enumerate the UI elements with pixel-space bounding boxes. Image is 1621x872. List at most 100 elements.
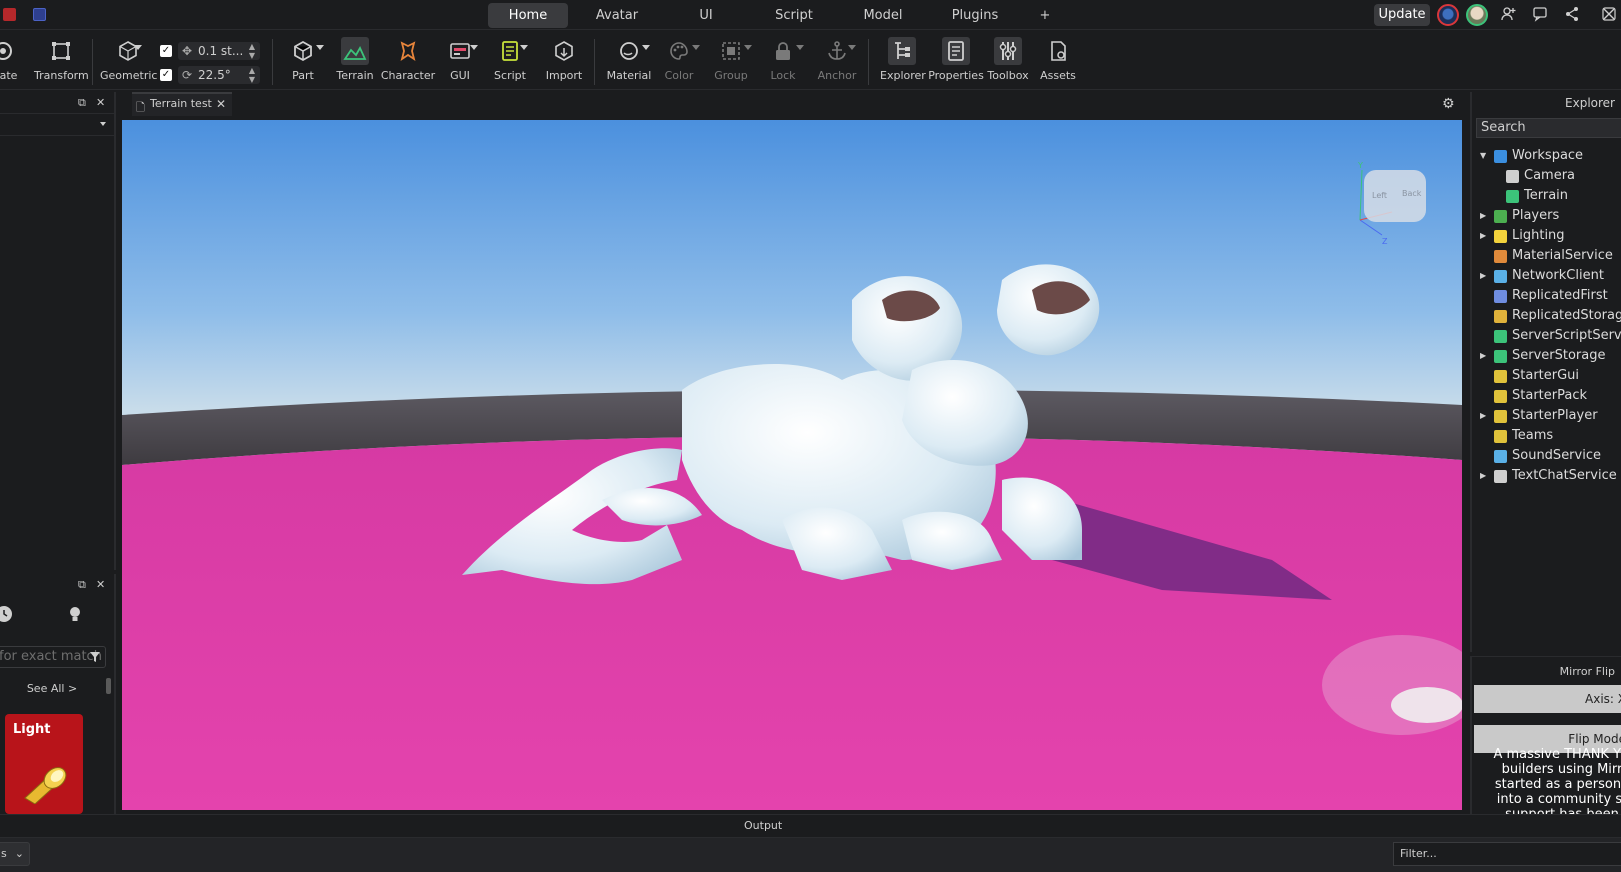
- tab-plugins[interactable]: Plugins: [930, 3, 1020, 28]
- share-icon[interactable]: [1563, 6, 1581, 24]
- axis-button[interactable]: Axis: X: [1474, 685, 1621, 713]
- tab-terrain-test[interactable]: 🗋 Terrain test ✕: [132, 92, 232, 116]
- tree-item-startergui[interactable]: StarterGui: [1472, 366, 1621, 386]
- rotate-snap-checkbox[interactable]: ✓: [160, 69, 172, 81]
- tree-item-textchatservice[interactable]: ▶ TextChatService: [1472, 466, 1621, 486]
- chat-icon[interactable]: [1531, 6, 1549, 24]
- stepper-icon[interactable]: ▲ ▼: [249, 42, 255, 60]
- chevron-down-icon[interactable]: [134, 45, 142, 50]
- chevron-down-icon: ⌄: [14, 847, 24, 860]
- top-tabs: Home Avatar UI Script Model Plugins +: [488, 3, 1070, 28]
- panel-title: Output: [744, 819, 783, 832]
- gear-icon[interactable]: ⚙: [1442, 96, 1455, 112]
- move-snap-field[interactable]: ✥ 0.1 st... ▲ ▼: [178, 42, 260, 60]
- filter-icon[interactable]: [89, 649, 101, 667]
- add-tab-button[interactable]: +: [1026, 3, 1064, 28]
- toolbox-asset-card[interactable]: Light: [5, 714, 83, 814]
- tree-item-players[interactable]: ▶ Players: [1472, 206, 1621, 226]
- explorer-panel: Explorer Search ▼ Workspace Camera Terrain ▶…: [1470, 92, 1621, 652]
- starter-gui-icon: [1494, 370, 1507, 383]
- stepper-icon[interactable]: ▲ ▼: [249, 66, 255, 84]
- rotate-tool-button[interactable]: otate: [0, 35, 26, 87]
- svg-text:Y: Y: [1357, 161, 1363, 170]
- pop-out-icon[interactable]: ⧉: [78, 578, 86, 592]
- tree-item-materialservice[interactable]: MaterialService: [1472, 246, 1621, 266]
- rotate-snap-field[interactable]: ⟳ 22.5° ▲ ▼: [178, 66, 260, 84]
- person-add-icon[interactable]: [1500, 6, 1518, 24]
- left-panel-top: ⧉ ✕: [0, 92, 116, 570]
- chevron-down-icon[interactable]: ▼: [1480, 146, 1486, 166]
- avatar[interactable]: [1466, 4, 1488, 26]
- tab-ui[interactable]: UI: [666, 3, 746, 28]
- explorer-search-input[interactable]: Search: [1476, 118, 1621, 138]
- tree-item-workspace[interactable]: ▼ Workspace: [1472, 146, 1621, 166]
- output-filter-input[interactable]: Filter...: [1393, 842, 1621, 866]
- chevron-down-icon: [100, 122, 106, 126]
- window-menu-icon[interactable]: [33, 8, 46, 21]
- material-service-icon: [1494, 250, 1507, 263]
- tree-item-networkclient[interactable]: ▶ NetworkClient: [1472, 266, 1621, 286]
- toolbox-panel: ⧉ ✕ for exact match See All > Light: [0, 574, 116, 814]
- starter-player-icon: [1494, 410, 1507, 423]
- output-filter-select[interactable]: s ⌄: [0, 842, 30, 866]
- mirror-flip-description: A massive THANK YO builders using Mirr s…: [1493, 747, 1621, 814]
- tree-item-soundservice[interactable]: SoundService: [1472, 446, 1621, 466]
- tree-item-replicatedstorage[interactable]: ReplicatedStorage: [1472, 306, 1621, 326]
- close-icon[interactable]: ✕: [96, 96, 105, 109]
- transform-icon: [49, 39, 73, 63]
- collaborate-icon[interactable]: [1600, 6, 1618, 24]
- see-all-link[interactable]: See All >: [0, 682, 104, 695]
- panel-dropdown[interactable]: [0, 114, 114, 136]
- chevron-right-icon[interactable]: ▶: [1480, 466, 1486, 486]
- 3d-viewport[interactable]: Y Z Left Back: [122, 120, 1462, 810]
- toolbox-search-input[interactable]: for exact match: [0, 646, 106, 668]
- chevron-right-icon[interactable]: ▶: [1480, 206, 1486, 226]
- transform-tool-button[interactable]: Transform: [34, 35, 89, 87]
- terrain-scene: [122, 264, 1462, 810]
- camera-icon: [1506, 170, 1519, 183]
- tree-item-starterplayer[interactable]: ▶ StarterPlayer: [1472, 406, 1621, 426]
- geometric-icon: [116, 39, 140, 63]
- replicated-first-icon: [1494, 290, 1507, 303]
- tree-item-camera[interactable]: Camera: [1472, 166, 1621, 186]
- panel-title: Mirror Flip: [1559, 665, 1615, 678]
- tree-item-terrain[interactable]: Terrain: [1472, 186, 1621, 206]
- rotate-snap-row: ✓ ⟳ 22.5° ▲ ▼: [160, 66, 260, 84]
- pop-out-icon[interactable]: ⧉: [78, 96, 86, 110]
- tab-script[interactable]: Script: [752, 3, 836, 28]
- panel-header: ⧉ ✕: [0, 92, 114, 114]
- chevron-right-icon[interactable]: ▶: [1480, 406, 1486, 426]
- tree-item-lighting[interactable]: ▶ Lighting: [1472, 226, 1621, 246]
- file-menu-icon[interactable]: [3, 8, 16, 21]
- mirror-flip-panel: Mirror Flip Axis: X Flip Mode A massive …: [1470, 656, 1621, 814]
- tree-item-replicatedfirst[interactable]: ReplicatedFirst: [1472, 286, 1621, 306]
- players-icon: [1494, 210, 1507, 223]
- clock-icon[interactable]: [0, 606, 12, 622]
- replicated-storage-icon: [1494, 310, 1507, 323]
- tab-avatar[interactable]: Avatar: [574, 3, 660, 28]
- move-snap-checkbox[interactable]: ✓: [160, 45, 172, 57]
- close-icon[interactable]: ✕: [96, 578, 105, 591]
- update-button[interactable]: Update: [1374, 4, 1430, 26]
- chevron-right-icon[interactable]: ▶: [1480, 226, 1486, 246]
- document-icon: 🗋: [136, 101, 145, 114]
- server-storage-icon: [1494, 350, 1507, 363]
- view-cube[interactable]: Y Z Left Back: [1342, 160, 1462, 250]
- tree-item-starterpack[interactable]: StarterPack: [1472, 386, 1621, 406]
- close-icon[interactable]: ✕: [216, 94, 226, 114]
- tab-home[interactable]: Home: [488, 3, 568, 28]
- tab-model[interactable]: Model: [842, 3, 924, 28]
- lightbulb-icon[interactable]: [68, 606, 82, 627]
- scrollbar[interactable]: [106, 678, 111, 694]
- server-script-icon: [1494, 330, 1507, 343]
- sound-icon: [1494, 450, 1507, 463]
- tree-item-serverscriptservice[interactable]: ServerScriptService: [1472, 326, 1621, 346]
- svg-text:Left: Left: [1372, 191, 1387, 200]
- tree-item-serverstorage[interactable]: ▶ ServerStorage: [1472, 346, 1621, 366]
- chevron-right-icon[interactable]: ▶: [1480, 266, 1486, 286]
- document-tabs: 🗋 Terrain test ✕: [118, 92, 1468, 116]
- tree-item-teams[interactable]: Teams: [1472, 426, 1621, 446]
- avatar[interactable]: [1437, 4, 1459, 26]
- geometric-mode-button[interactable]: Geometric: [100, 35, 157, 87]
- chevron-right-icon[interactable]: ▶: [1480, 346, 1486, 366]
